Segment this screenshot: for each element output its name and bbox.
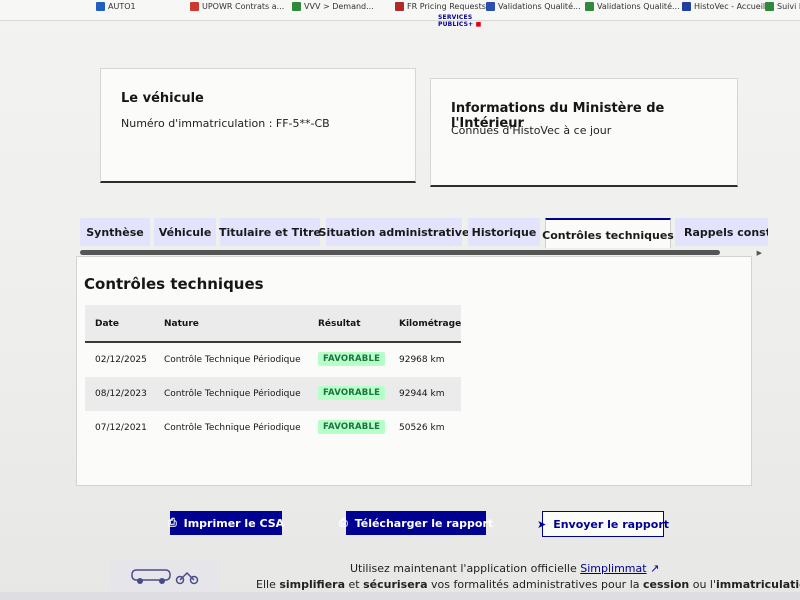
row-nature: Contrôle Technique Périodique [164, 355, 301, 365]
header-nature: Nature [164, 319, 199, 329]
tab-titulaire-titre[interactable]: Titulaire et Titre [219, 218, 321, 246]
external-link-icon: ↗ [650, 562, 660, 575]
tab-bar: Synthèse Véhicule Titulaire et Titre Sit… [78, 218, 768, 248]
row-date: 07/12/2021 [95, 423, 147, 433]
bookmark-favicon-icon [395, 2, 404, 11]
tab-controles-techniques[interactable]: Contrôles techniques [542, 218, 674, 248]
vehicle-card: Le véhicule Numéro d'immatriculation : F… [100, 68, 416, 183]
bookmark-item[interactable]: Validations Qualité... [486, 2, 581, 11]
result-badge: FAVORABLE [318, 386, 386, 400]
ministry-card: Informations du Ministère de l'Intérieur… [430, 78, 738, 187]
vehicle-card-title: Le véhicule [121, 91, 204, 106]
table-row: 02/12/2025 Contrôle Technique Périodique… [85, 343, 461, 377]
send-report-button[interactable]: ➤ Envoyer le rapport [537, 511, 669, 537]
header-date: Date [95, 319, 119, 329]
bookmark-item[interactable]: VVV > Demand... [292, 2, 374, 11]
bookmark-favicon-icon [585, 2, 594, 11]
ministry-card-subtitle: Connues d'HistoVec à ce jour [451, 124, 612, 137]
bookmark-favicon-icon [486, 2, 495, 11]
registration-number: Numéro d'immatriculation : FF-5**-CB [121, 117, 330, 130]
header-mileage: Kilométrage [399, 319, 462, 329]
header-result: Résultat [318, 319, 361, 329]
row-mileage: 92944 km [399, 389, 445, 399]
tab-rappels-constructeur[interactable]: Rappels constructeur [675, 218, 768, 246]
row-mileage: 92968 km [399, 355, 445, 365]
bookmark-item[interactable]: Validations Qualité... [585, 2, 680, 11]
tab-synthese[interactable]: Synthèse [80, 218, 150, 246]
taskbar [0, 592, 800, 600]
bookmark-favicon-icon [292, 2, 301, 11]
bookmark-favicon-icon [190, 2, 199, 11]
table-row: 08/12/2023 Contrôle Technique Périodique… [85, 377, 461, 411]
tab-vehicule[interactable]: Véhicule [154, 218, 216, 246]
print-csa-button[interactable]: ⎙ Imprimer le CSA [167, 511, 284, 535]
flag-icon: ■ [475, 21, 482, 28]
bookmarks-bar: AUTO1 UPOWR Contrats a... VVV > Demand..… [0, 0, 800, 21]
scroll-right-arrow-icon[interactable]: ▶ [757, 249, 762, 257]
row-date: 02/12/2025 [95, 355, 147, 365]
simplimmat-link[interactable]: Simplimmat [580, 562, 646, 575]
result-badge: FAVORABLE [318, 420, 386, 434]
bookmark-favicon-icon [682, 2, 691, 11]
bookmark-favicon-icon [96, 2, 105, 11]
tab-historique[interactable]: Historique [468, 218, 540, 246]
row-mileage: 50526 km [399, 423, 445, 433]
bookmark-item[interactable]: FR Pricing Requests [395, 2, 486, 11]
table-row: 07/12/2021 Contrôle Technique Périodique… [85, 411, 461, 445]
send-arrow-icon: ➤ [536, 517, 547, 531]
table-header: Date Nature Résultat Kilométrage [85, 305, 461, 343]
scrollbar-thumb[interactable] [80, 250, 720, 255]
bookmark-item[interactable]: UPOWR Contrats a... [190, 2, 284, 11]
bookmark-item[interactable]: AUTO1 [96, 2, 136, 11]
download-report-button[interactable]: ⎙ Télécharger le rapport [339, 511, 493, 535]
printer-icon: ⎙ [338, 516, 348, 529]
tab-panel-controles-techniques: Contrôles techniques Date Nature Résulta… [76, 256, 752, 486]
bookmark-item[interactable]: HistoVec - Accueil [682, 2, 765, 11]
bookmark-item[interactable]: Suivi P [765, 2, 800, 11]
bookmark-favicon-icon [765, 2, 774, 11]
row-nature: Contrôle Technique Périodique [164, 423, 301, 433]
inspections-table: Date Nature Résultat Kilométrage 02/12/2… [85, 305, 461, 445]
tab-situation-administrative[interactable]: Situation administrative [319, 218, 469, 246]
row-date: 08/12/2023 [95, 389, 147, 399]
section-title: Contrôles techniques [84, 275, 264, 293]
row-nature: Contrôle Technique Périodique [164, 389, 301, 399]
service-public-logo: SERVICES PUBLICS+ ■ [438, 14, 482, 28]
result-badge: FAVORABLE [318, 352, 386, 366]
printer-icon: ⎙ [167, 516, 177, 529]
